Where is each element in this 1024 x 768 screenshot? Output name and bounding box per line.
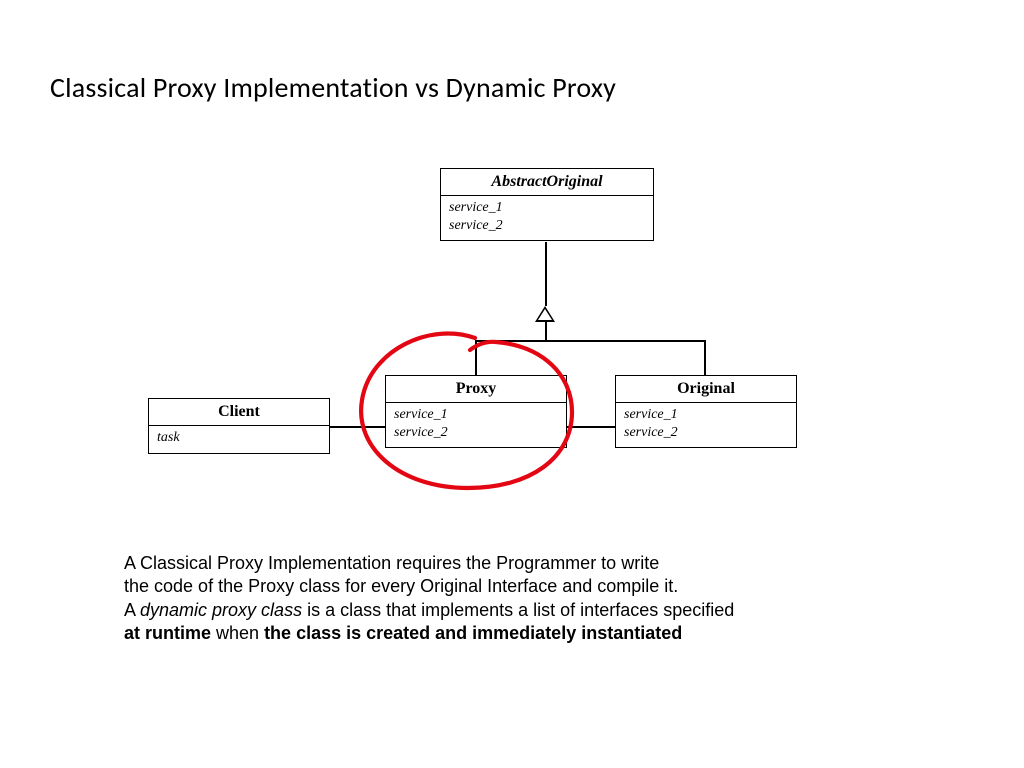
description-text: A Classical Proxy Implementation require… — [124, 552, 924, 646]
method-line: service_1 — [449, 199, 645, 217]
class-name-proxy: Proxy — [386, 376, 566, 403]
method-line: task — [157, 429, 321, 447]
desc-line: is a class that implements a list of int… — [302, 600, 734, 620]
connector-inheritance-under — [545, 322, 547, 340]
class-box-proxy: Proxy service_1 service_2 — [385, 375, 567, 448]
connector-to-original — [704, 340, 706, 375]
uml-diagram: AbstractOriginal service_1 service_2 Pro… — [140, 160, 860, 530]
class-box-client: Client task — [148, 398, 330, 454]
connector-inheritance-hbar — [475, 340, 705, 342]
inheritance-arrowhead-icon — [535, 306, 555, 322]
method-line: service_2 — [394, 424, 558, 442]
desc-italic: dynamic proxy class — [140, 600, 302, 620]
class-methods-abstract-original: service_1 service_2 — [441, 196, 653, 240]
connector-proxy-original — [567, 426, 615, 428]
class-box-original: Original service_1 service_2 — [615, 375, 797, 448]
method-line: service_1 — [394, 406, 558, 424]
method-line: service_2 — [624, 424, 788, 442]
desc-bold: the class is created and immediately ins… — [264, 623, 682, 643]
class-methods-client: task — [149, 426, 329, 453]
class-methods-proxy: service_1 service_2 — [386, 403, 566, 447]
connector-to-proxy — [475, 340, 477, 375]
method-line: service_1 — [624, 406, 788, 424]
desc-line: the code of the Proxy class for every Or… — [124, 576, 678, 596]
desc-line: when — [211, 623, 264, 643]
class-box-abstract-original: AbstractOriginal service_1 service_2 — [440, 168, 654, 241]
slide: Classical Proxy Implementation vs Dynami… — [0, 0, 1024, 768]
class-name-client: Client — [149, 399, 329, 426]
class-methods-original: service_1 service_2 — [616, 403, 796, 447]
connector-client-proxy — [330, 426, 385, 428]
method-line: service_2 — [449, 217, 645, 235]
desc-bold: at runtime — [124, 623, 211, 643]
connector-inheritance-stem — [545, 242, 547, 306]
class-name-abstract-original: AbstractOriginal — [441, 169, 653, 196]
slide-title: Classical Proxy Implementation vs Dynami… — [50, 70, 616, 105]
desc-line: A — [124, 600, 140, 620]
desc-line: A Classical Proxy Implementation require… — [124, 553, 659, 573]
class-name-original: Original — [616, 376, 796, 403]
